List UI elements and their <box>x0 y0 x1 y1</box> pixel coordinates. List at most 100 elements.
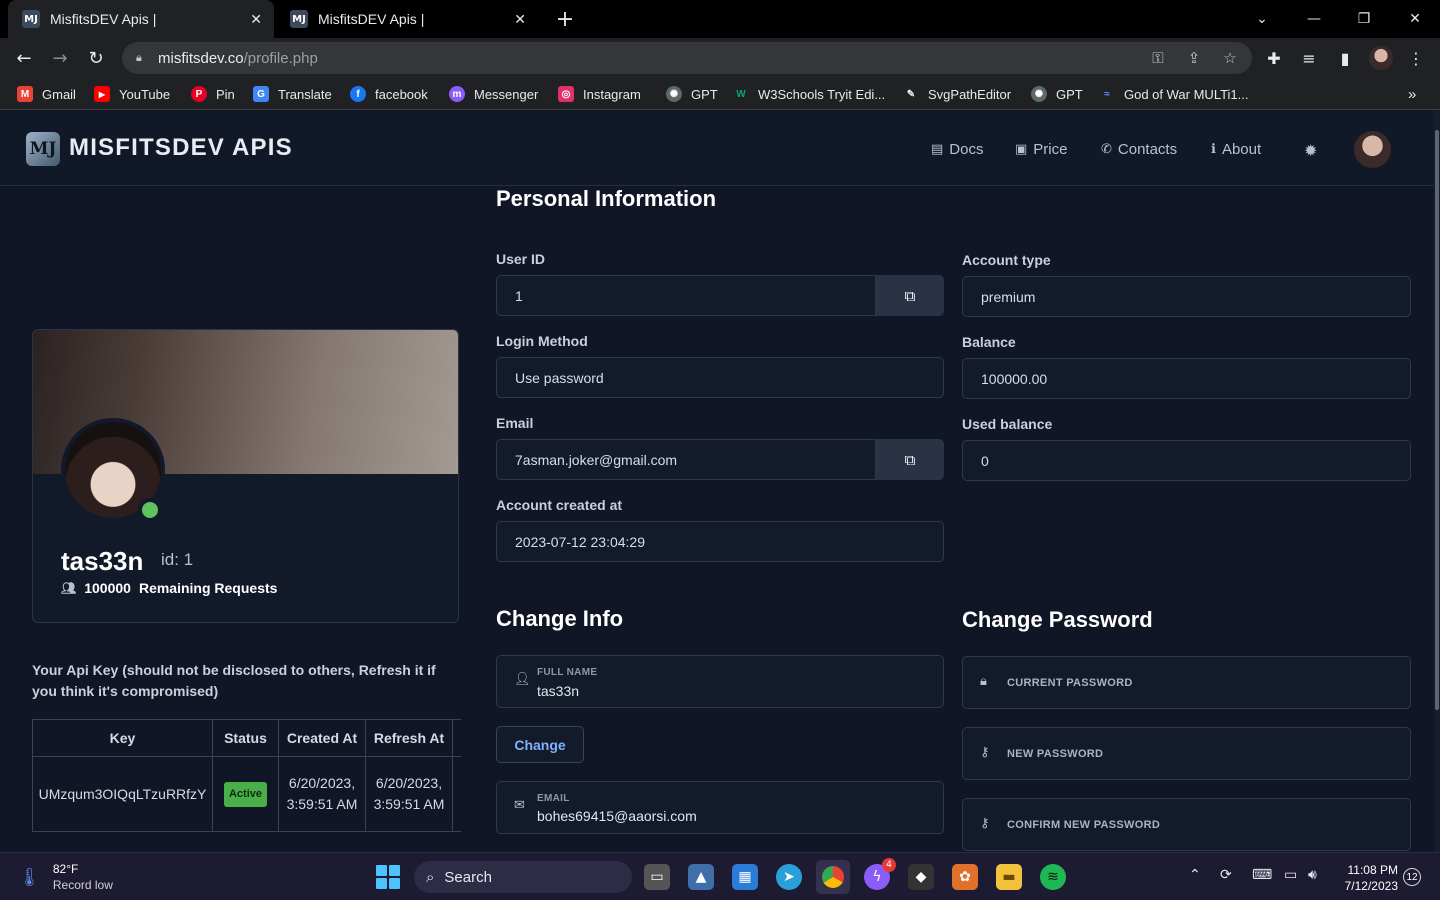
theme-toggle-icon[interactable]: ✹ <box>1304 141 1317 160</box>
system-clock[interactable]: 11:08 PM 7/12/2023 <box>1336 862 1398 894</box>
w3schools-icon: W <box>736 88 746 100</box>
microsoft-store-icon[interactable]: ▦ <box>732 864 758 890</box>
login-method-value: Use password <box>515 369 604 386</box>
bookmark-instagram[interactable]: ◎ Instagram <box>558 84 641 104</box>
pen-icon: ✎ <box>906 88 916 100</box>
bookmark-label: GPT <box>1056 86 1083 102</box>
scrollbar-thumb[interactable] <box>1435 130 1439 710</box>
nav-price[interactable]: ▣ Price <box>1015 141 1067 158</box>
user-avatar[interactable] <box>1354 131 1391 168</box>
close-tab-icon[interactable]: ✕ <box>250 11 262 28</box>
weather-temperature: 82°F <box>52 862 79 876</box>
envelope-icon: ✉ <box>514 798 525 813</box>
bookmark-gpt-2[interactable]: ✺ GPT <box>1031 84 1083 104</box>
back-button[interactable]: ← <box>12 46 36 70</box>
taskbar-search[interactable]: ⌕ Search <box>414 861 632 893</box>
new-tab-button[interactable]: + <box>540 0 590 38</box>
bookmark-gpt[interactable]: ✺ GPT <box>666 84 718 104</box>
bookmark-messenger[interactable]: m Messenger <box>449 84 538 104</box>
forward-button[interactable]: → <box>48 46 72 70</box>
bookmark-god-of-war[interactable]: ≈ God of War MULTi1... <box>1099 84 1249 104</box>
instagram-icon: ◎ <box>558 86 574 102</box>
sync-icon[interactable]: ⟳ <box>1220 867 1232 883</box>
nav-label: About <box>1221 141 1262 158</box>
account-type-label: Account type <box>962 252 1051 268</box>
messenger-icon[interactable]: ϟ4 <box>864 858 896 890</box>
close-window-button[interactable]: ✕ <box>1390 0 1440 38</box>
task-view-icon[interactable]: ▭ <box>644 864 670 890</box>
api-key-value[interactable]: UMzqum3OIQqLTzuRRfzY <box>32 756 213 832</box>
new-password-placeholder: NEW PASSWORD <box>1007 748 1104 760</box>
unity-icon[interactable]: ◆ <box>908 864 934 890</box>
bookmark-youtube[interactable]: ▶ YouTube <box>94 84 170 104</box>
page-scrollbar[interactable] <box>1434 110 1440 852</box>
change-info-title: Change Info <box>496 606 624 631</box>
windows-taskbar: 🌡︎ 82°F Record low ⌕ Search ▭ ▲ ▦ ➤ ϟ4 ◆… <box>0 852 1440 900</box>
nav-about[interactable]: ℹ About <box>1211 141 1261 158</box>
notification-count-badge[interactable]: 12 <box>1403 868 1421 886</box>
lock-icon[interactable]: 🔒︎ <box>136 51 148 65</box>
full-name-input[interactable]: 👤︎ FULL NAME tas33n <box>496 655 944 708</box>
bookmark-svgpatheditor[interactable]: ✎ SvgPathEditor <box>903 84 1011 104</box>
bookmark-facebook[interactable]: f facebook <box>350 84 428 104</box>
change-email-input[interactable]: ✉ EMAIL bohes69415@aaorsi.com <box>496 781 944 834</box>
api-key-table: Key Status Created At Refresh At UMzqum3… <box>32 719 461 832</box>
side-panel-icon[interactable]: ▮ <box>1333 46 1357 70</box>
tray-overflow-icon[interactable]: ⌃ <box>1189 867 1201 883</box>
file-explorer-icon[interactable]: ▬ <box>996 864 1022 890</box>
bookmark-star-icon[interactable]: ☆ <box>1218 42 1242 74</box>
media-control-icon[interactable]: ≡ <box>1297 46 1321 70</box>
key-icon[interactable]: ⚿ <box>1146 42 1170 74</box>
address-bar[interactable]: 🔒︎ misfitsdev.co/profile.php ⚿ ⇪ ☆ <box>122 42 1252 74</box>
browser-profile-avatar[interactable] <box>1369 46 1393 70</box>
reload-button[interactable]: ↻ <box>84 46 108 70</box>
close-tab-icon[interactable]: ✕ <box>514 11 526 28</box>
bookmark-label: God of War MULTi1... <box>1124 86 1249 102</box>
nav-docs[interactable]: ▤ Docs <box>931 141 983 158</box>
menu-icon[interactable]: ⋮ <box>1404 46 1428 70</box>
api-key-created-at: 6/20/2023, 3:59:51 AM <box>278 756 366 832</box>
keyboard-icon[interactable]: ⌨ <box>1252 867 1272 883</box>
network-icon[interactable]: ▭ <box>1284 867 1297 883</box>
bookmark-pin[interactable]: P Pin <box>191 84 235 104</box>
bookmark-w3schools[interactable]: W W3Schools Tryit Edi... <box>733 84 885 104</box>
share-icon[interactable]: ⇪ <box>1182 42 1206 74</box>
new-password-input[interactable]: ⚷ NEW PASSWORD <box>962 727 1411 780</box>
column-header-created-at: Created At <box>278 719 366 757</box>
bookmarks-overflow-button[interactable]: » <box>1408 84 1416 104</box>
confirm-password-input[interactable]: ⚷ CONFIRM NEW PASSWORD <box>962 798 1411 851</box>
sublime-app-icon[interactable]: ✿ <box>952 864 978 890</box>
nav-label: Docs <box>949 141 984 158</box>
site-logo-text[interactable]: MISFITSDEV APIS <box>69 134 293 162</box>
photos-app-icon[interactable]: ▲ <box>688 864 714 890</box>
volume-icon[interactable]: 🔊︎ <box>1308 867 1317 883</box>
chrome-icon[interactable] <box>816 860 850 894</box>
key-icon: ⚷ <box>980 745 990 760</box>
bookmark-translate[interactable]: G Translate <box>253 84 332 104</box>
change-info-button[interactable]: Change <box>496 726 584 763</box>
copy-user-id-button[interactable]: ⧉ <box>876 275 944 316</box>
restore-button[interactable]: ❐ <box>1339 0 1389 38</box>
youtube-icon: ▶ <box>94 86 110 102</box>
telegram-icon[interactable]: ➤ <box>776 864 802 890</box>
nav-contacts[interactable]: ✆ Contacts <box>1101 141 1177 158</box>
current-password-input[interactable]: 🔒︎ CURRENT PASSWORD <box>962 656 1411 709</box>
tab-search-chevron-icon[interactable]: ⌄ <box>1237 0 1287 38</box>
table-row: UMzqum3OIQqLTzuRRfzY Active 6/20/2023, 3… <box>32 756 461 832</box>
bookmark-gmail[interactable]: M Gmail <box>17 84 76 104</box>
spotify-icon[interactable]: ≋ <box>1040 864 1066 890</box>
current-password-placeholder: CURRENT PASSWORD <box>1007 677 1133 689</box>
extensions-icon[interactable]: ✚ <box>1262 46 1286 70</box>
money-icon: ▣ <box>1015 142 1028 157</box>
copy-email-button[interactable]: ⧉ <box>876 439 944 480</box>
weather-widget[interactable]: 🌡︎ 82°F Record low <box>18 861 113 893</box>
browser-tab[interactable]: MJ MisfitsDEV Apis | ✕ <box>276 0 538 38</box>
site-logo-icon[interactable]: MJ <box>26 132 60 166</box>
used-balance-value: 0 <box>981 452 989 469</box>
user-clock-icon: 👥︎ <box>61 581 77 595</box>
balance-value: 100000.00 <box>981 370 1048 387</box>
start-button[interactable] <box>376 865 400 889</box>
browser-tab-active[interactable]: MJ MisfitsDEV Apis | ✕ <box>8 0 274 38</box>
minimize-button[interactable]: — <box>1289 0 1339 38</box>
url-host: misfitsdev.co <box>158 49 244 67</box>
